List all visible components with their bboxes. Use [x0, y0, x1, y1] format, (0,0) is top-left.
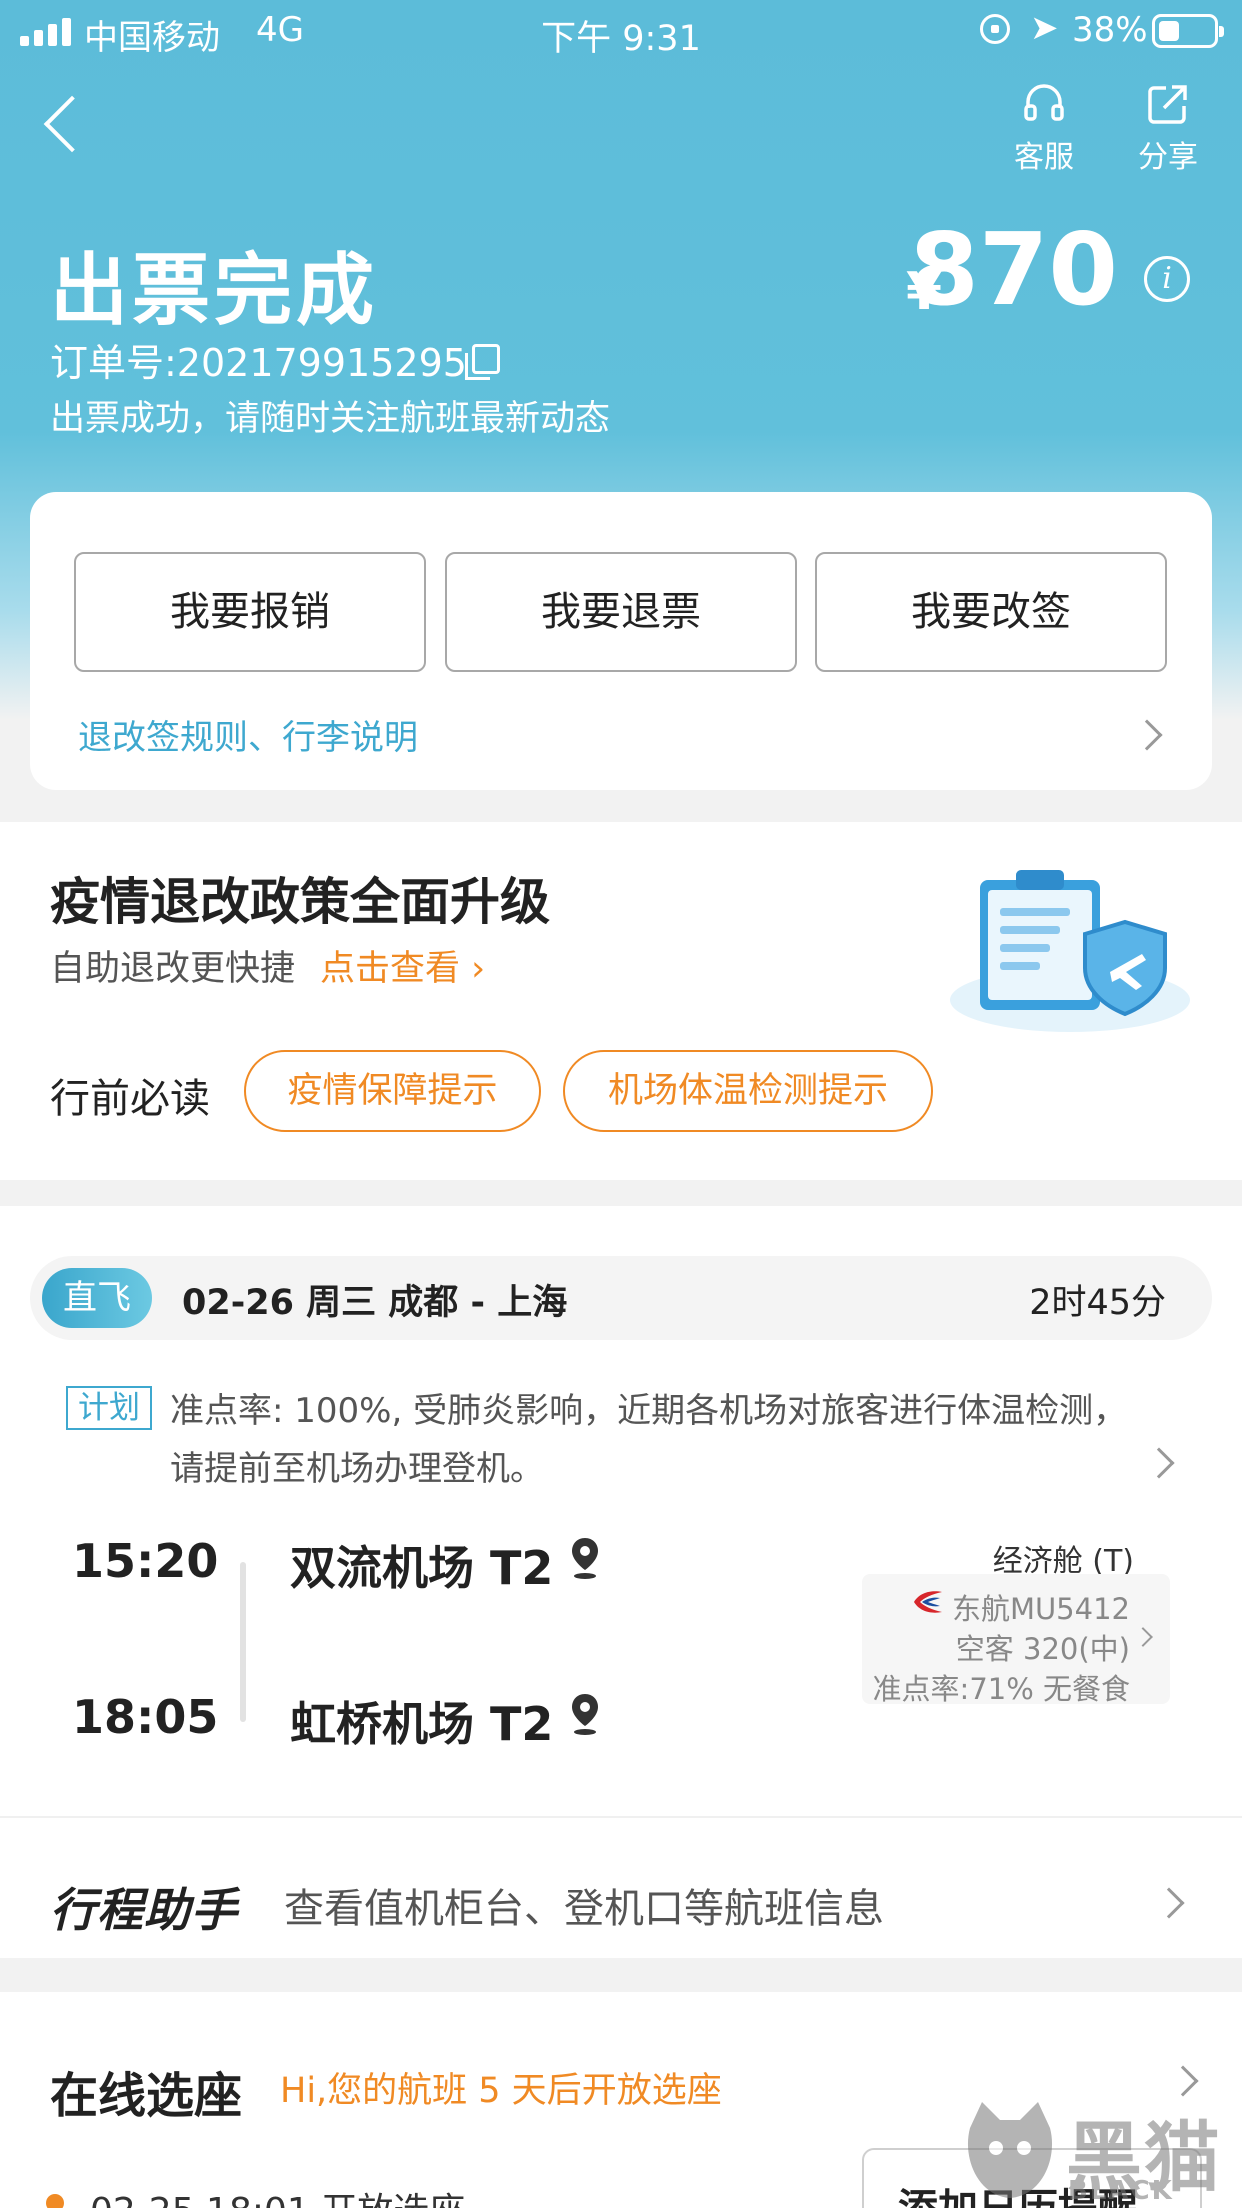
policy-title: 疫情退改政策全面升级 — [50, 873, 550, 931]
refund-button[interactable]: 我要退票 — [445, 552, 797, 672]
orientation-lock-icon — [980, 14, 1010, 44]
temperature-check-tip-tag[interactable]: 机场体温检测提示 — [563, 1050, 933, 1132]
battery-percent: 38% — [1072, 10, 1148, 50]
share-button[interactable]: 分享 — [1118, 82, 1218, 176]
back-button[interactable] — [38, 92, 88, 156]
policy-subtitle: 自助退改更快捷 — [50, 949, 296, 989]
departure-airport: 双流机场 T2 — [290, 1541, 554, 1595]
order-number: 订单号:202179915295 — [50, 341, 467, 385]
flight-punctuality: 准点率:71% 无餐食 — [872, 1672, 1130, 1706]
status-bar: 中国移动 4G 下午 9:31 ➤ 38% — [0, 0, 1242, 62]
blackcat-watermark: 黑猫 BLACK CAT — [960, 2092, 1242, 2208]
status-dot — [46, 2194, 64, 2208]
airline-logo-icon — [914, 1591, 942, 1613]
chevron-right-icon — [1131, 719, 1163, 751]
must-read-label: 行前必读 — [50, 1076, 210, 1122]
battery-icon — [1152, 14, 1224, 48]
chevron-right-icon — [1133, 1627, 1153, 1647]
aircraft-type: 空客 320(中) — [955, 1632, 1130, 1666]
timeline-line — [240, 1562, 246, 1722]
customer-service-button[interactable]: 客服 — [994, 82, 1094, 176]
price-info-icon[interactable]: i — [1144, 256, 1190, 302]
divider — [0, 1816, 1242, 1818]
reimburse-button[interactable]: 我要报销 — [74, 552, 426, 672]
flight-detail-box[interactable]: 东航MU5412 空客 320(中) 准点率:71% 无餐食 — [862, 1574, 1170, 1706]
trip-assistant-description[interactable]: 查看值机柜台、登机口等航班信息 — [284, 1876, 884, 1934]
route-summary-bar: 直飞 02-26 周三 成都 - 上海 2时45分 — [30, 1256, 1212, 1340]
rules-baggage-link[interactable]: 退改签规则、行李说明 — [78, 710, 418, 759]
order-actions-card: 我要报销 我要退票 我要改签 退改签规则、行李说明 — [30, 492, 1212, 790]
ticket-status-message: 出票成功，请随时关注航班最新动态 — [50, 399, 611, 439]
direct-flight-badge: 直飞 — [42, 1268, 152, 1328]
location-pin-icon[interactable] — [570, 1536, 600, 1580]
epidemic-tip-tag[interactable]: 疫情保障提示 — [244, 1050, 541, 1132]
watermark-english: BLACK CAT — [1068, 2176, 1174, 2208]
seat-selection-title: 在线选座 — [50, 2068, 243, 2124]
departure-time: 15:20 — [72, 1534, 219, 1588]
plan-notice[interactable]: 准点率: 100%, 受肺炎影响，近期各机场对旅客进行体温检测，请提前至机场办理… — [170, 1382, 1130, 1498]
chevron-right-icon — [1143, 1447, 1175, 1479]
arrival-airport: 虹桥机场 T2 — [290, 1697, 554, 1751]
page-title: 出票完成 — [50, 246, 379, 336]
chevron-right-icon: › — [471, 949, 486, 989]
customer-service-label: 客服 — [1014, 140, 1074, 175]
trip-assistant-title: 行程助手 — [50, 1883, 238, 1937]
plan-tag: 计划 — [66, 1386, 152, 1430]
location-arrow-icon: ➤ — [1030, 8, 1059, 48]
headset-icon — [1024, 84, 1064, 121]
cat-logo-icon — [967, 2102, 1053, 2198]
route-summary: 02-26 周三 成都 - 上海 — [182, 1283, 568, 1323]
seat-selection-hint: Hi,您的航班 5 天后开放选座 — [280, 2071, 722, 2111]
share-label: 分享 — [1138, 140, 1198, 175]
flight-number: 东航MU5412 — [951, 1592, 1130, 1626]
flight-duration: 2时45分 — [1029, 1283, 1166, 1323]
view-policy-link[interactable]: 点击查看 › — [320, 940, 485, 991]
location-pin-icon[interactable] — [570, 1692, 600, 1736]
flight-info-section: 直飞 02-26 周三 成都 - 上海 2时45分 计划 准点率: 100%, … — [0, 1206, 1242, 1958]
clipboard-shield-illustration — [950, 870, 1190, 1032]
total-price: 870 — [909, 211, 1118, 328]
seat-open-time: 02-25 18:01 开放选座 — [90, 2182, 465, 2208]
share-icon — [1148, 85, 1187, 124]
change-ticket-button[interactable]: 我要改签 — [815, 552, 1167, 672]
epidemic-policy-section: 疫情退改政策全面升级 自助退改更快捷 点击查看 › 行前必读 疫情保障提示 机场… — [0, 822, 1242, 1180]
arrival-time: 18:05 — [72, 1690, 219, 1744]
view-policy-label: 点击查看 — [320, 949, 461, 989]
chevron-right-icon — [1153, 1887, 1185, 1919]
copy-icon[interactable] — [465, 344, 500, 380]
